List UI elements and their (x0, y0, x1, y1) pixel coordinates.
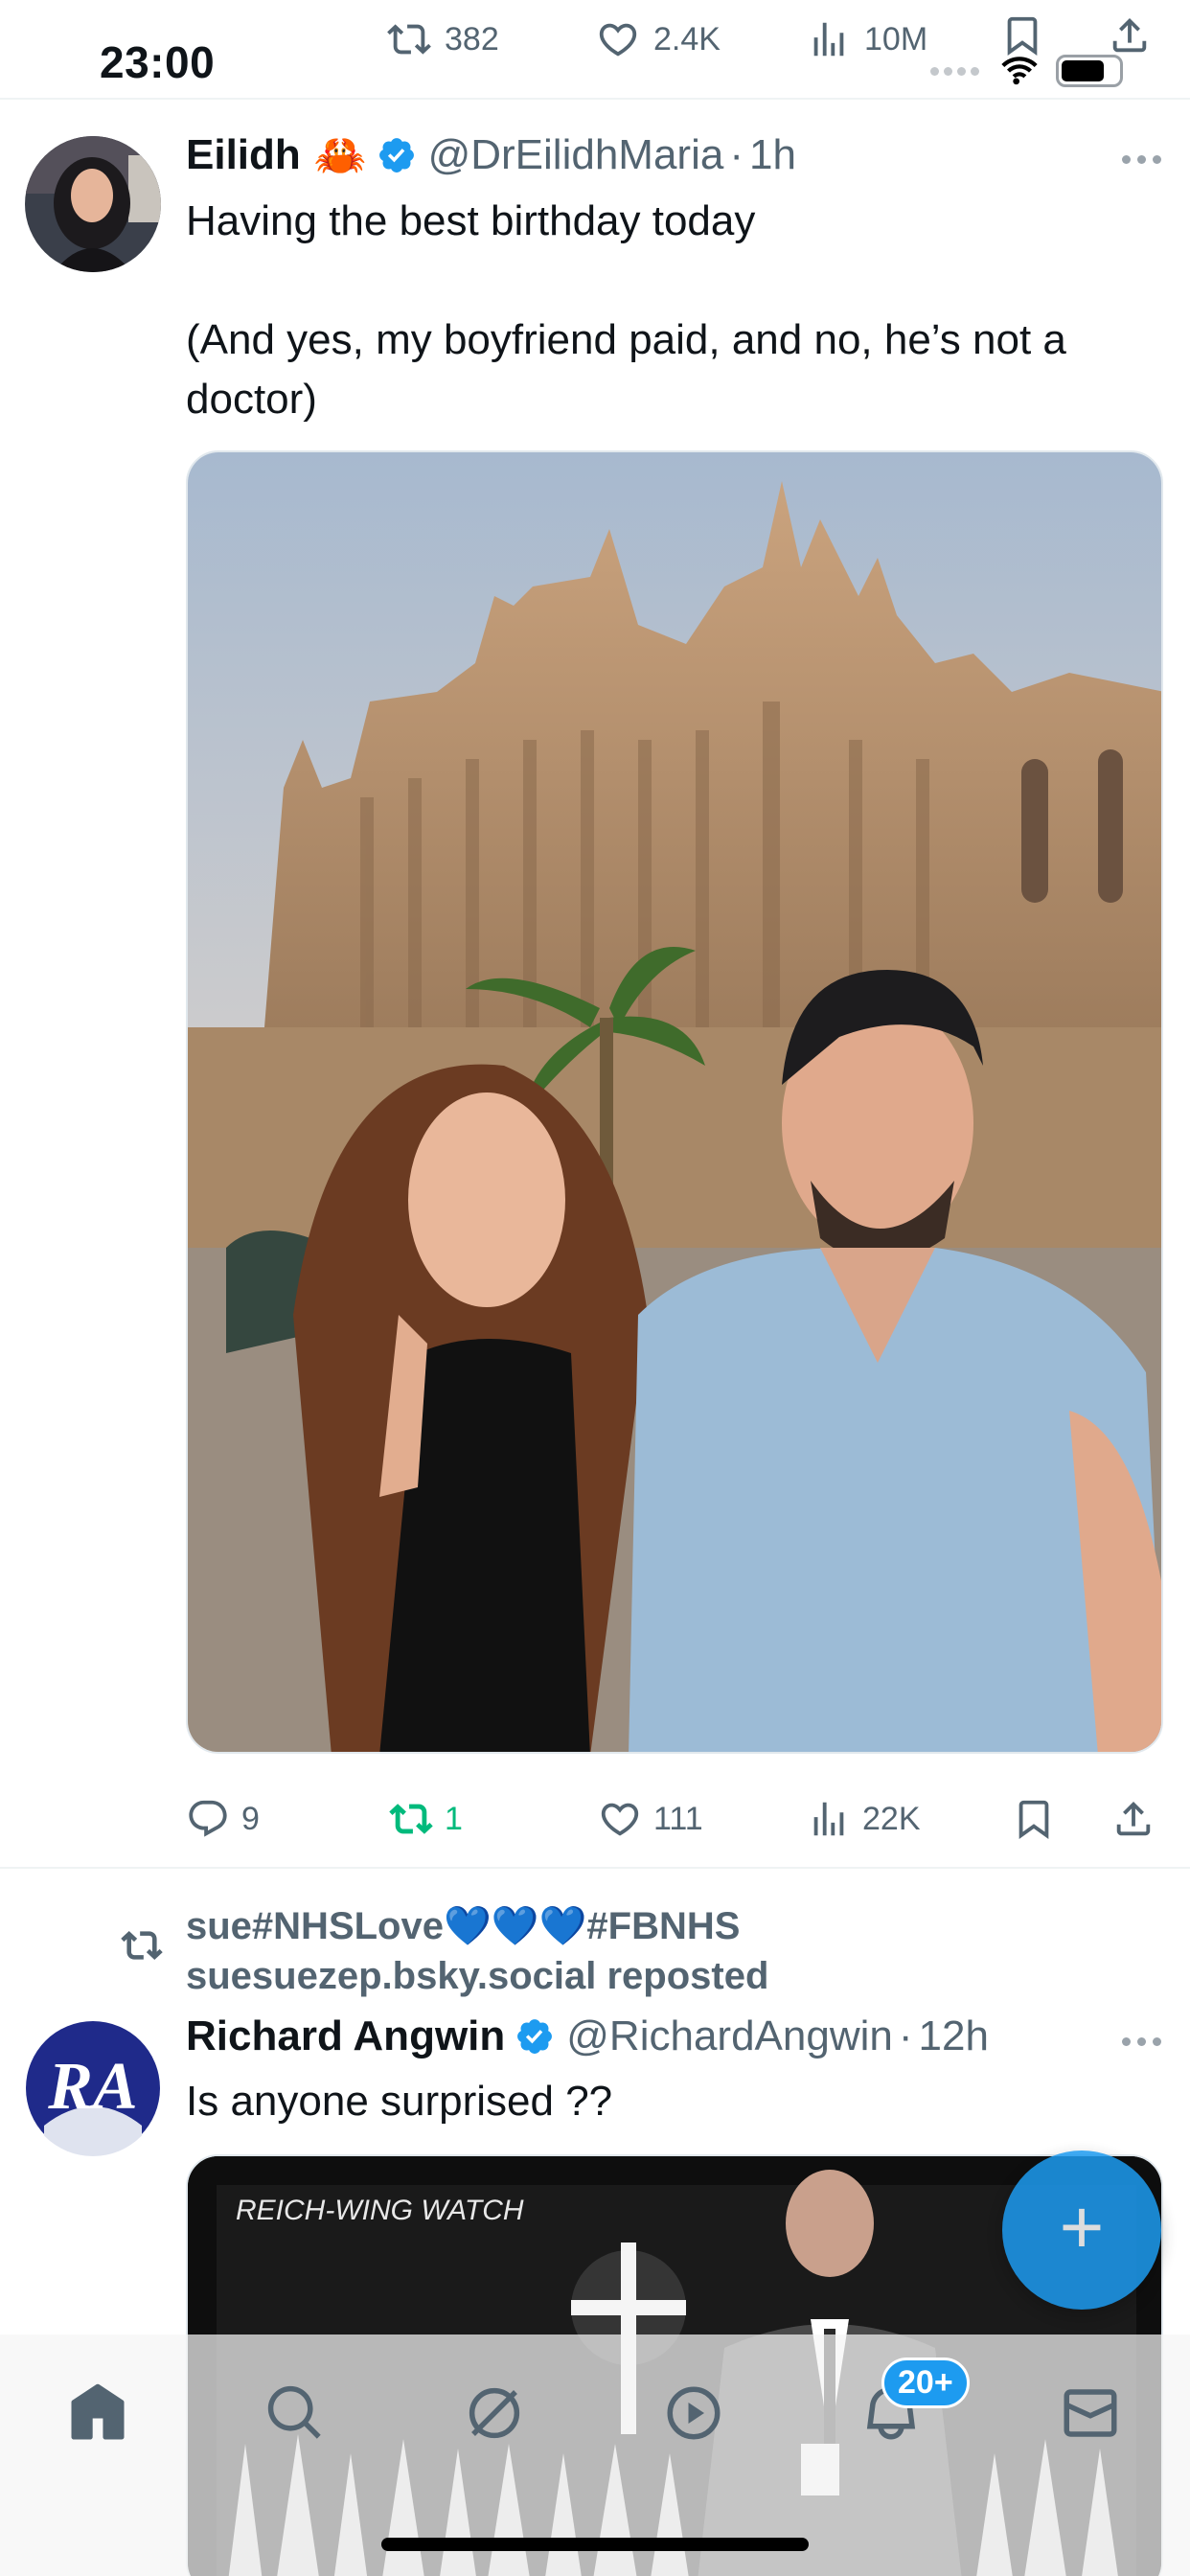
home-indicator (381, 2538, 809, 2551)
views-icon (813, 1802, 844, 1836)
system-status-icons (930, 52, 1123, 90)
crab-emoji: 🦀 (313, 132, 367, 179)
like-button[interactable]: 111 (598, 1797, 703, 1841)
clock: 23:00 (100, 37, 216, 87)
status-bar: 23:00 382 2.4K 10M (0, 0, 1190, 100)
home-icon (71, 2383, 125, 2440)
display-name[interactable]: Eilidh (186, 131, 301, 179)
bookmark-button[interactable] (1012, 1797, 1056, 1841)
tweet-eilidh[interactable]: Eilidh 🦀 @DrEilidhMaria · 1h Having the … (0, 100, 1190, 1869)
share-button[interactable] (1111, 1797, 1156, 1841)
nav-grok[interactable] (456, 2375, 533, 2451)
verified-badge-icon (517, 2019, 553, 2054)
more-options-icon[interactable] (1122, 2037, 1161, 2046)
reply-icon (189, 1800, 227, 1837)
media-caption: REICH-WING WATCH (236, 2195, 524, 2226)
separator-dot: · (898, 2012, 913, 2059)
heart-icon (599, 23, 637, 57)
retweet-icon (389, 1804, 433, 1834)
notification-badge: 20+ (881, 2358, 970, 2408)
top-retweet-count[interactable]: 382 (387, 17, 499, 61)
display-name[interactable]: Richard Angwin (186, 2012, 505, 2060)
nav-messages[interactable] (1052, 2375, 1129, 2451)
tweet-header: Richard Angwin @RichardAngwin · 12h (186, 2012, 989, 2060)
retweet-icon (387, 24, 431, 55)
wifi-icon (1001, 57, 1038, 85)
search-icon (267, 2385, 321, 2439)
avatar[interactable] (25, 136, 161, 272)
verified-badge-icon (378, 138, 414, 172)
compose-button[interactable]: + (1002, 2150, 1161, 2310)
nav-home[interactable] (59, 2375, 136, 2451)
top-view-count[interactable]: 10M (807, 17, 927, 61)
tweet-time[interactable]: 12h (919, 2012, 989, 2060)
tweet-time[interactable]: 1h (749, 131, 796, 179)
top-like-count[interactable]: 2.4K (596, 17, 721, 61)
bookmark-icon (1018, 1800, 1049, 1839)
more-options-icon[interactable] (1122, 155, 1161, 164)
heart-icon (601, 1803, 639, 1836)
share-icon (1116, 1801, 1151, 1836)
avatar-image: RA (25, 2020, 161, 2156)
nav-search[interactable] (257, 2375, 333, 2451)
tweet-header: Eilidh 🦀 @DrEilidhMaria · 1h (186, 130, 796, 180)
grok-icon (469, 2387, 520, 2439)
photo-couple-cathedral (188, 452, 1161, 1752)
signal-icon (930, 66, 979, 76)
separator-dot: · (729, 131, 744, 178)
avatar[interactable]: RA (25, 2020, 161, 2156)
handle[interactable]: @DrEilidhMaria (428, 131, 724, 179)
avatar-image (25, 136, 161, 272)
tweet-text: Is anyone surprised ?? (186, 2078, 613, 2125)
tweet-text-line: Having the best birthday today (186, 197, 756, 244)
handle[interactable]: @RichardAngwin (566, 2012, 893, 2060)
tweet-text-line: (And yes, my boyfriend paid, and no, he’… (186, 316, 1066, 423)
plus-icon: + (1059, 2184, 1105, 2269)
views-icon (813, 22, 844, 57)
battery-icon (1056, 55, 1123, 87)
tweet-actions: 9 1 111 22K (186, 1790, 1163, 1848)
tweet-text: Having the best birthday today (And yes,… (186, 192, 1163, 429)
views-button[interactable]: 22K (807, 1797, 921, 1841)
reposted-by[interactable]: sue#NHSLove💙💙💙#FBNHS suesuezep.bsky.soci… (186, 1901, 768, 2001)
reply-button[interactable]: 9 (186, 1797, 260, 1841)
tweet-photo[interactable] (186, 450, 1163, 1754)
nav-video[interactable] (655, 2375, 732, 2451)
messages-icon (1064, 2389, 1117, 2437)
retweet-button[interactable]: 1 (389, 1797, 463, 1841)
repost-indicator-icon (121, 1930, 163, 1961)
avatar-letters: RA (47, 2050, 137, 2124)
video-icon (667, 2386, 721, 2440)
